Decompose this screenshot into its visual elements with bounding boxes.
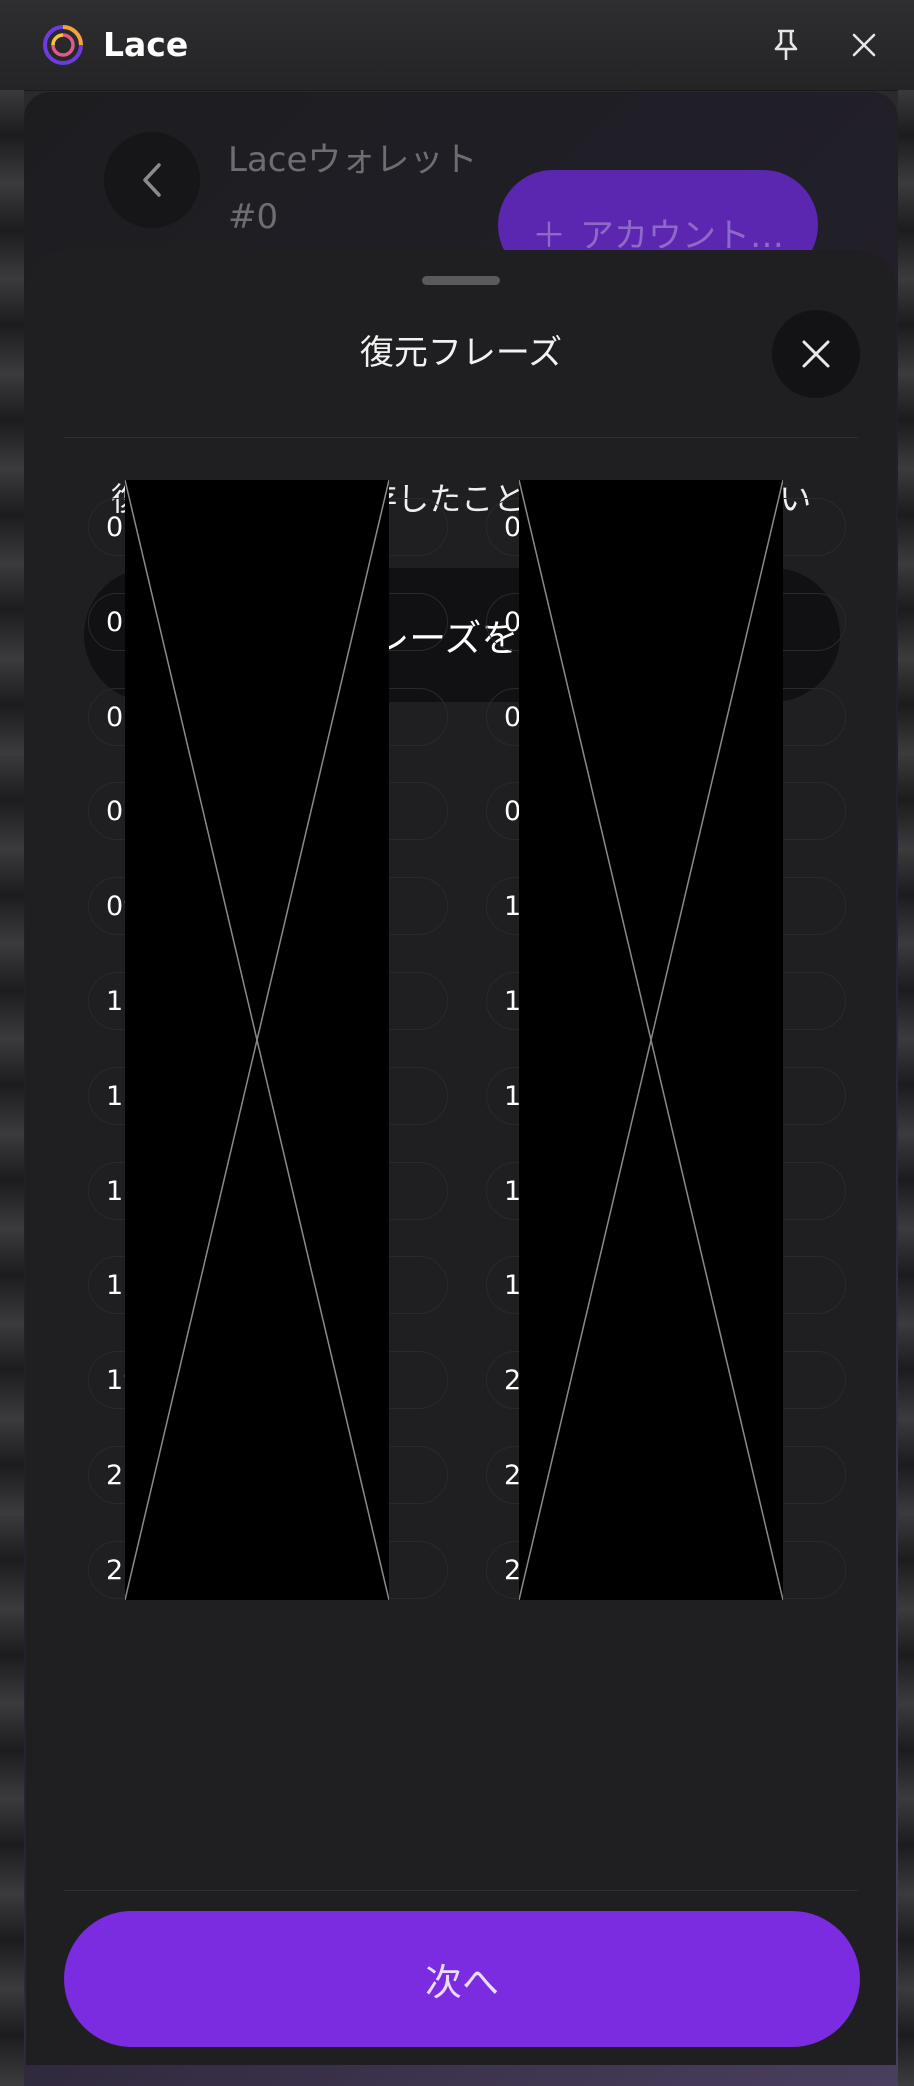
back-button[interactable] [104,132,200,228]
sheet-title: 復元フレーズ [359,333,563,373]
divider [64,1890,858,1891]
redacted-block [125,480,389,1600]
close-window-button[interactable] [841,22,887,68]
drag-handle[interactable] [422,276,500,285]
redacted-block [519,480,783,1600]
close-sheet-button[interactable] [772,310,860,398]
extension-titlebar: Lace [0,0,914,91]
underlying-page-edge [898,90,914,2086]
close-icon [852,33,876,57]
next-button[interactable]: 次へ [64,1911,860,2047]
close-icon [802,340,830,368]
lace-logo-icon [43,25,83,65]
wallet-name: Laceウォレット #0 [228,140,478,237]
pin-icon [774,29,798,60]
divider [64,437,858,438]
pin-button[interactable] [763,22,809,68]
chevron-left-icon [143,163,161,197]
underlying-page-edge [0,90,24,2086]
app-name: Lace [103,25,189,64]
